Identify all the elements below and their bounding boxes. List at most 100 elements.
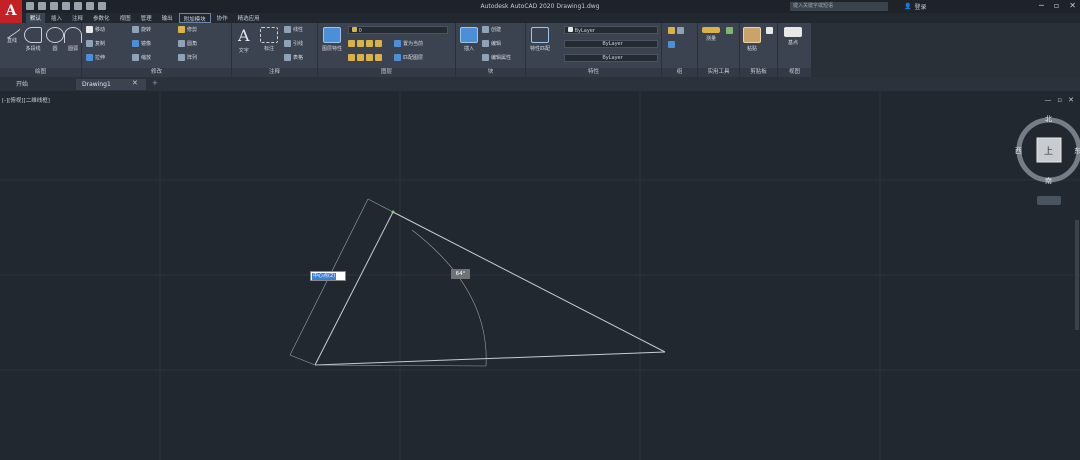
table-button[interactable]: 表格 — [284, 54, 303, 61]
dynamic-length-input[interactable]: 中心点(2) — [310, 271, 346, 281]
modify-panel-title[interactable]: 修改 — [82, 68, 231, 77]
leader-button[interactable]: 引线 — [284, 40, 303, 47]
group-edit-button[interactable] — [668, 41, 675, 48]
tab-insert[interactable]: 插入 — [47, 13, 66, 23]
match-layer-button[interactable]: 匹配图层 — [394, 54, 423, 61]
mirror-button[interactable]: 镜像 — [132, 40, 151, 47]
layer-freeze-icon[interactable] — [366, 40, 373, 47]
add-tab-icon[interactable]: + — [152, 79, 158, 87]
edit-attributes-button[interactable]: 编辑属性 — [482, 54, 511, 61]
dimension-button[interactable]: 标注 — [260, 27, 278, 52]
triangle-edge-bottom[interactable] — [314, 351, 666, 366]
tab-collaborate[interactable]: 协作 — [213, 13, 232, 23]
rotate-button[interactable]: 旋转 — [132, 26, 151, 33]
lightbulb-icon — [352, 27, 357, 32]
layer-merge-icon[interactable] — [357, 54, 364, 61]
minimize-icon[interactable]: ─ — [1039, 1, 1044, 10]
polyline-button[interactable]: 多段线 — [24, 27, 42, 52]
groups-panel-title[interactable]: 组 — [662, 68, 697, 77]
lineweight-dropdown[interactable]: ByLayer — [564, 54, 658, 62]
restore-icon[interactable]: ▫ — [1054, 1, 1059, 10]
group-button[interactable] — [668, 27, 684, 34]
clipboard-panel-title[interactable]: 剪贴板 — [740, 68, 777, 77]
fillet-button[interactable]: 圆角 — [178, 40, 197, 47]
arc-button[interactable]: 圆弧 — [64, 27, 82, 52]
top-face-label[interactable]: 上 — [1044, 144, 1053, 157]
viewcube[interactable]: 北 南 西 东 上 — [1014, 110, 1080, 200]
linetype-dropdown[interactable]: ByLayer — [564, 40, 658, 48]
annotation-panel-title[interactable]: 注释 — [232, 68, 317, 77]
base-point-icon — [784, 27, 802, 37]
tab-manage[interactable]: 管理 — [137, 13, 156, 23]
layer-lock-icon[interactable] — [375, 40, 382, 47]
create-block-button[interactable]: 创建 — [482, 26, 501, 33]
layers-panel: 图层特性 0 置为当前 匹配图层 图层 — [318, 23, 456, 77]
dynamic-angle-input[interactable]: 64° — [451, 269, 470, 279]
close-tab-icon[interactable]: ✕ — [132, 79, 138, 87]
linear-button[interactable]: 线性 — [284, 26, 303, 33]
properties-panel-title[interactable]: 特性 — [526, 68, 661, 77]
app-menu-button[interactable]: A — [0, 0, 22, 23]
layer-tools-row-2 — [348, 54, 382, 61]
wcs-menu-button[interactable] — [1037, 196, 1061, 205]
layer-properties-button[interactable]: 图层特性 — [322, 27, 342, 52]
start-tab[interactable]: 开始 — [10, 79, 34, 90]
measure-button[interactable]: 测量 — [702, 27, 720, 42]
draw-panel: 直线 多段线 圆 圆弧 绘图 — [0, 23, 82, 77]
search-input[interactable]: 键入关键字或短语 — [790, 2, 888, 11]
utilities-panel-title[interactable]: 实用工具 — [698, 68, 739, 77]
layer-isolate-icon[interactable] — [357, 40, 364, 47]
layer-walk-icon[interactable] — [348, 54, 355, 61]
south-label[interactable]: 南 — [1045, 176, 1052, 186]
viewport-minimize-icon[interactable]: — — [1044, 96, 1051, 104]
circle-button[interactable]: 圆 — [46, 27, 64, 52]
tab-home[interactable]: 默认 — [26, 13, 46, 23]
layer-unlock-icon[interactable] — [375, 54, 382, 61]
move-button[interactable]: 移动 — [86, 26, 105, 33]
viewport-restore-icon[interactable]: ▫ — [1057, 96, 1062, 104]
copy-button[interactable]: 复制 — [86, 40, 105, 47]
tab-annotate[interactable]: 注释 — [68, 13, 87, 23]
drawing-canvas[interactable] — [0, 91, 1080, 460]
trim-button[interactable]: 修剪 — [178, 26, 197, 33]
layer-delete-icon[interactable] — [366, 54, 373, 61]
stretch-button[interactable]: 拉伸 — [86, 54, 105, 61]
north-label[interactable]: 北 — [1045, 114, 1052, 124]
block-panel-title[interactable]: 块 — [456, 68, 525, 77]
tab-output[interactable]: 输出 — [158, 13, 177, 23]
layers-panel-title[interactable]: 图层 — [318, 68, 455, 77]
viewport-label[interactable]: [-][俯视][二维线框] — [2, 96, 50, 104]
document-tabs: 开始 Drawing1 ✕ + — [0, 77, 1080, 91]
copy-clip-button[interactable] — [766, 27, 773, 34]
tab-addins[interactable]: 附加模块 — [178, 13, 211, 23]
tab-featured-apps[interactable]: 精选应用 — [234, 13, 264, 23]
close-icon[interactable]: ✕ — [1069, 1, 1076, 10]
line-button[interactable]: 直线 — [3, 23, 21, 44]
view-panel-title[interactable]: 视图 — [778, 68, 811, 77]
quick-calc-button[interactable] — [726, 27, 733, 34]
set-current-button[interactable]: 置为当前 — [394, 40, 423, 47]
tab-parametric[interactable]: 参数化 — [89, 13, 114, 23]
west-label[interactable]: 西 — [1015, 146, 1022, 156]
base-point-button[interactable]: 基点 — [784, 27, 802, 46]
text-button[interactable]: A 文字 — [238, 26, 250, 54]
edit-block-button[interactable]: 编辑 — [482, 40, 501, 47]
viewport-close-icon[interactable]: ✕ — [1068, 96, 1074, 104]
color-dropdown[interactable]: ByLayer — [564, 26, 658, 34]
scale-button[interactable]: 缩放 — [132, 54, 151, 61]
paste-button[interactable]: 粘贴 — [743, 27, 761, 52]
triangle-edge-right[interactable] — [392, 211, 666, 353]
array-button[interactable]: 阵列 — [178, 54, 197, 61]
triangle-edge-left[interactable] — [314, 211, 394, 366]
vertical-scrollbar[interactable] — [1075, 220, 1079, 330]
layer-off-icon[interactable] — [348, 40, 355, 47]
block-panel: 插入 创建 编辑 编辑属性 块 — [456, 23, 526, 77]
login-button[interactable]: 👤 登录 — [904, 2, 927, 11]
insert-block-button[interactable]: 插入 — [460, 27, 478, 52]
draw-panel-title[interactable]: 绘图 — [0, 68, 81, 77]
east-label[interactable]: 东 — [1074, 146, 1080, 156]
layer-dropdown[interactable]: 0 — [348, 26, 448, 34]
tab-view[interactable]: 视图 — [116, 13, 135, 23]
match-properties-button[interactable]: 特性匹配 — [530, 27, 550, 52]
fillet-icon — [178, 40, 185, 47]
